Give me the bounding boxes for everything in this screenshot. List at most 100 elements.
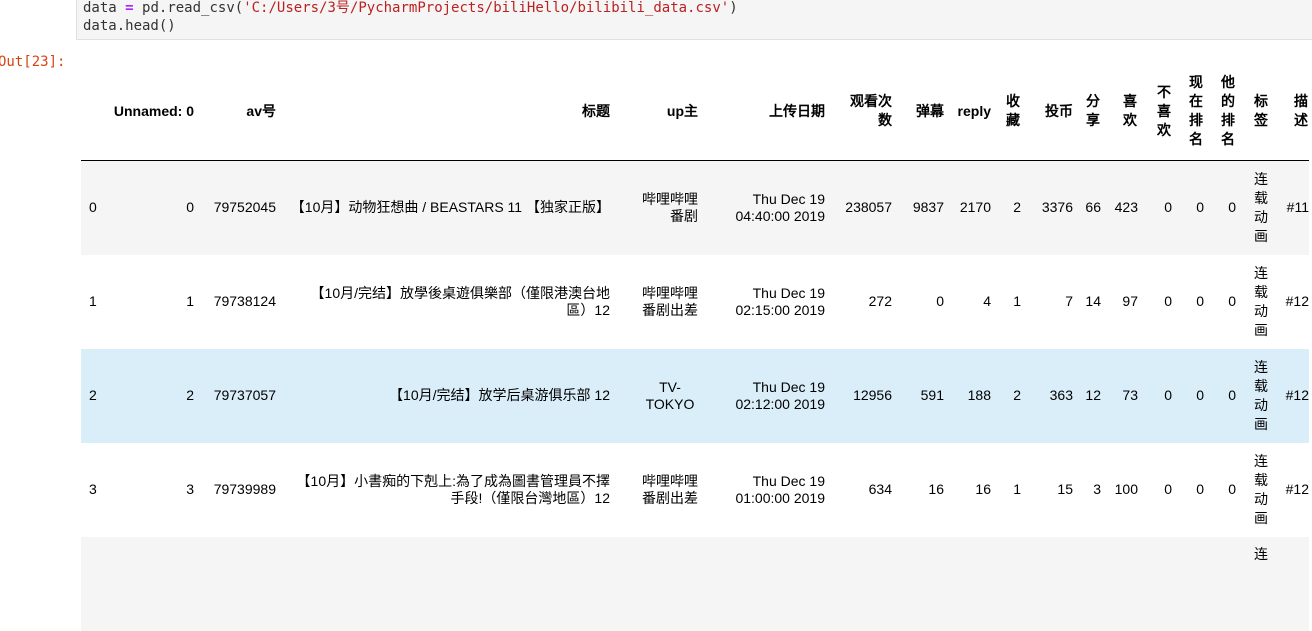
cell-danmu: 16 <box>928 481 944 497</box>
cell-his-rank <box>1204 537 1236 631</box>
code-call: pd.read_csv( <box>142 0 244 16</box>
cell-his-rank: 0 <box>1228 293 1236 309</box>
col-header-dislike: 不喜欢 <box>1157 83 1171 138</box>
cell-views: 272 <box>868 293 892 309</box>
row-index: 0 <box>89 199 97 216</box>
cell-up: TV-TOKYO <box>645 378 695 412</box>
code-line-2: data.head() <box>83 18 176 34</box>
col-header-title: 标题 <box>582 102 610 119</box>
cell-danmu: 0 <box>936 293 944 309</box>
cell-fav: 2 <box>1013 387 1021 403</box>
cell-desc: #12 <box>1285 387 1309 403</box>
col-header-coin: 投币 <box>1045 102 1073 119</box>
col-header-like: 喜欢 <box>1123 93 1137 128</box>
row-index: 3 <box>89 481 97 497</box>
cell-date: Thu Dec 19 01:00:00 2019 <box>735 472 825 506</box>
cell-desc: #11 <box>1286 199 1309 216</box>
cell-views: 12956 <box>853 387 892 403</box>
cell-av: 79737057 <box>213 387 276 403</box>
cell-coin: 7 <box>1065 293 1073 309</box>
cell-now-rank: 0 <box>1196 481 1204 497</box>
col-header-up: up主 <box>666 102 698 119</box>
cell-tag: 连载动画 <box>1254 358 1268 432</box>
table-row[interactable]: 连 <box>81 536 1309 631</box>
cell-date: Thu Dec 19 04:40:00 2019 <box>735 190 825 224</box>
table-row[interactable]: 2 2 79737057 【10月/完结】放学后桌游俱乐部 12 TV-TOKY… <box>81 348 1309 443</box>
cell-title: 【10月/完结】放學後桌遊俱樂部（僅限港澳台地區）12 <box>310 284 610 318</box>
col-header-views: 观看次数 <box>850 93 892 128</box>
cell-share: 14 <box>1085 293 1101 309</box>
cell-up: 哔哩哔哩番剧出差 <box>642 284 698 318</box>
cell-av: 79752045 <box>213 199 276 216</box>
col-header-danmu: 弹幕 <box>916 102 944 119</box>
cell-fav: 2 <box>1013 199 1021 216</box>
cell-title: 【10月】小書痴的下剋上:為了成為圖書管理員不擇手段!（僅限台灣地區）12 <box>296 472 610 506</box>
cell-reply: 4 <box>983 293 991 309</box>
cell-his-rank: 0 <box>1228 199 1236 216</box>
code-close-paren: ) <box>729 0 738 16</box>
cell-reply: 16 <box>975 481 991 497</box>
cell-dislike: 0 <box>1164 387 1172 403</box>
cell-desc: #12 <box>1285 293 1309 309</box>
cell-share: 66 <box>1085 199 1101 216</box>
code-var: data <box>83 0 117 16</box>
cell-up: 哔哩哔哩番剧出差 <box>642 472 698 506</box>
cell-dislike <box>1138 537 1172 631</box>
row-index <box>81 537 113 631</box>
col-header-share: 分享 <box>1086 93 1100 128</box>
cell-coin: 363 <box>1049 387 1073 403</box>
table-row[interactable]: 0 0 79752045 【10月】动物狂想曲 / BEASTARS 11 【独… <box>81 160 1309 255</box>
col-header-desc: 描述 <box>1294 93 1308 128</box>
code-string: 'C:/Users/3号/PycharmProjects/biliHello/b… <box>243 0 730 16</box>
code-cell[interactable]: data = pd.read_csv('C:/Users/3号/PycharmP… <box>76 0 1312 40</box>
cell-views: 634 <box>868 481 892 497</box>
cell-up <box>610 537 698 631</box>
cell-share: 12 <box>1085 387 1101 403</box>
cell-danmu: 9837 <box>912 199 944 216</box>
cell-now-rank: 0 <box>1196 293 1204 309</box>
cell-av: 79739989 <box>213 481 276 497</box>
cell-up: 哔哩哔哩番剧 <box>642 190 698 224</box>
cell-av: 79738124 <box>213 293 276 309</box>
col-header-av: av号 <box>246 102 276 119</box>
cell-date: Thu Dec 19 02:15:00 2019 <box>735 284 825 318</box>
index-header <box>81 62 113 161</box>
cell-av <box>194 537 276 631</box>
cell-tag: 连载动画 <box>1254 264 1268 338</box>
col-header-tag: 标签 <box>1254 93 1268 128</box>
cell-unnamed <box>113 537 194 631</box>
cell-title: 【10月】动物狂想曲 / BEASTARS 11 【独家正版】 <box>290 199 610 216</box>
table-row[interactable]: 1 1 79738124 【10月/完结】放學後桌遊俱樂部（僅限港澳台地區）12… <box>81 255 1309 349</box>
code-operator: = <box>125 0 134 16</box>
cell-like: 97 <box>1122 293 1138 309</box>
cell-unnamed: 2 <box>186 387 194 403</box>
col-header-reply: reply <box>957 102 991 119</box>
cell-reply <box>944 537 991 631</box>
cell-like: 100 <box>1114 481 1138 497</box>
cell-reply: 2170 <box>959 199 991 216</box>
cell-dislike: 0 <box>1164 293 1172 309</box>
cell-tag: 连载动画 <box>1254 170 1268 244</box>
row-index: 2 <box>89 387 97 403</box>
cell-tag: 连载动画 <box>1254 452 1268 526</box>
cell-share: 3 <box>1093 481 1101 497</box>
cell-share <box>1073 537 1101 631</box>
cell-danmu: 591 <box>920 387 944 403</box>
cell-now-rank: 0 <box>1196 199 1204 216</box>
dataframe-table: Unnamed: 0 av号 标题 up主 上传日期 观看次数 弹幕 reply… <box>81 62 1309 631</box>
col-header-unnamed: Unnamed: 0 <box>113 102 194 119</box>
cell-fav: 1 <box>1013 481 1021 497</box>
table-row[interactable]: 3 3 79739989 【10月】小書痴的下剋上:為了成為圖書管理員不擇手段!… <box>81 443 1309 537</box>
cell-like: 73 <box>1122 387 1138 403</box>
cell-coin <box>1021 537 1073 631</box>
cell-date <box>698 537 825 631</box>
cell-coin: 3376 <box>1041 199 1073 216</box>
cell-title: 【10月/完结】放学后桌游俱乐部 12 <box>389 387 610 403</box>
cell-his-rank: 0 <box>1228 481 1236 497</box>
cell-tag: 连 <box>1254 545 1268 562</box>
output-table-wrap: Unnamed: 0 av号 标题 up主 上传日期 观看次数 弹幕 reply… <box>81 62 1312 631</box>
cell-dislike: 0 <box>1164 199 1172 216</box>
cell-views <box>825 537 892 631</box>
output-prompt: Out[23]: <box>0 54 66 70</box>
cell-fav: 1 <box>1013 293 1021 309</box>
